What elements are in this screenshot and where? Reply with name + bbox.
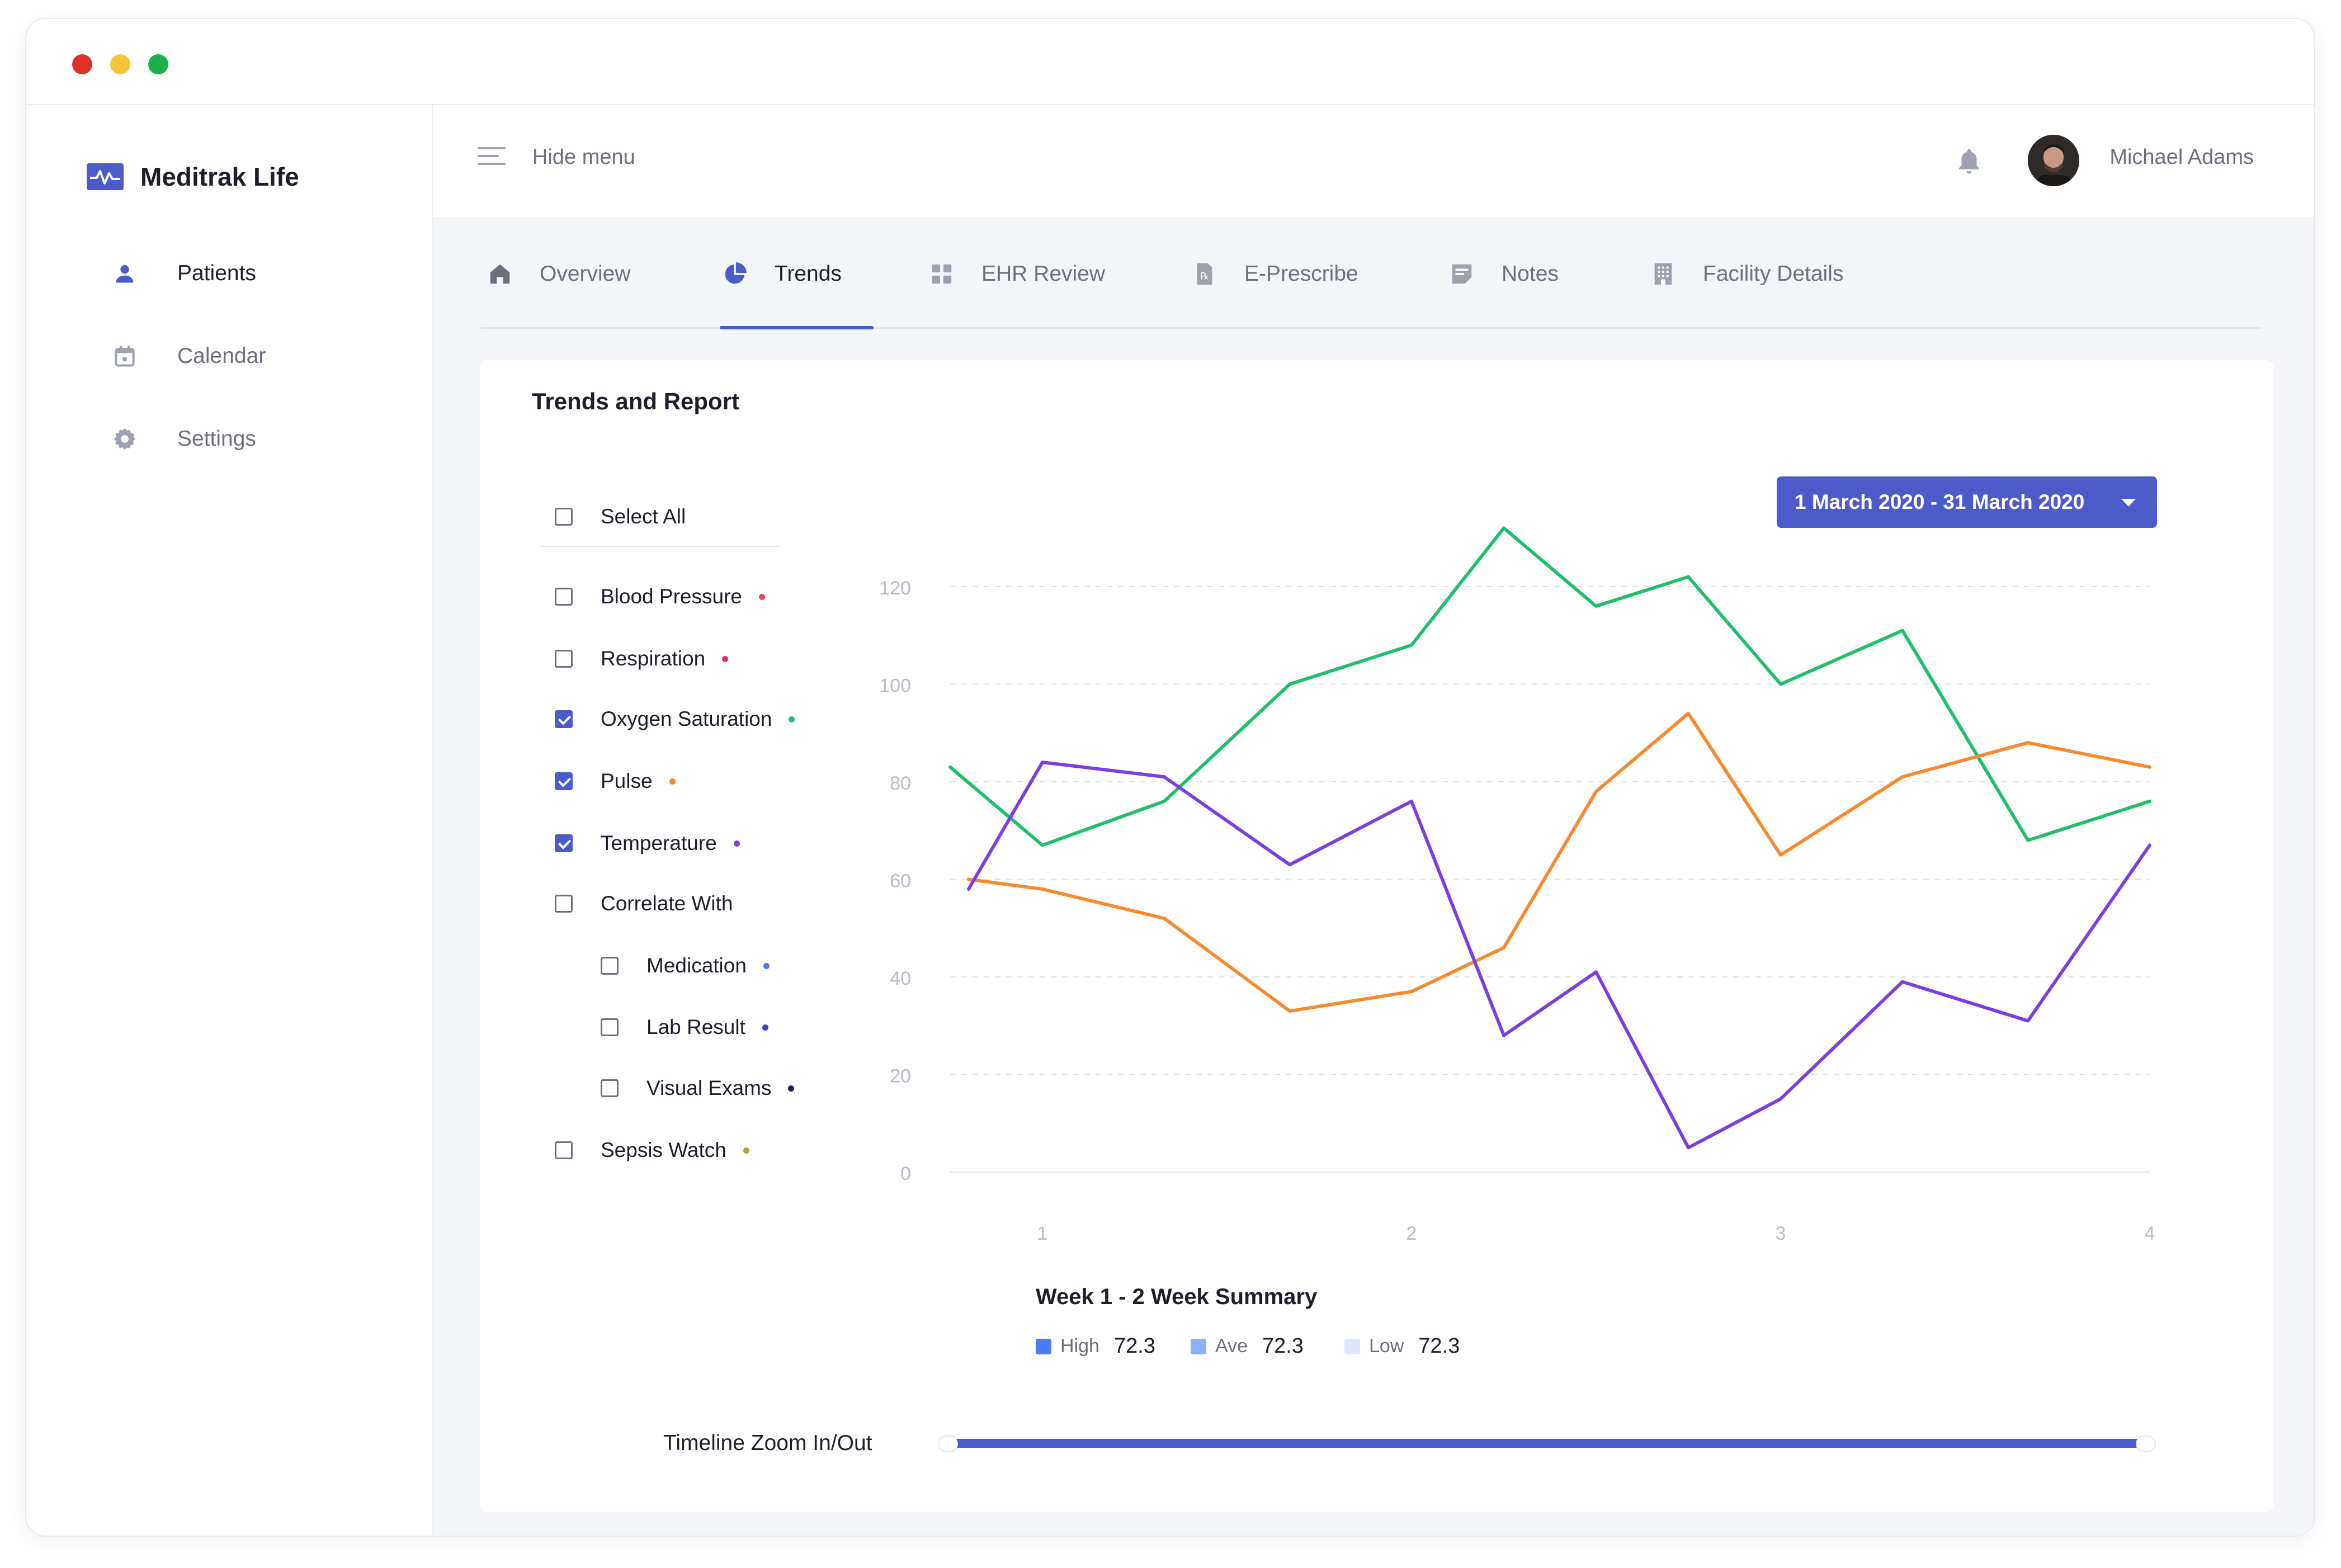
- active-tab-indicator: [720, 326, 874, 329]
- tab-label: Notes: [1502, 262, 1559, 286]
- pie-chart-icon: [721, 260, 749, 288]
- legend-swatch: [1191, 1338, 1206, 1354]
- tab-notes[interactable]: Notes: [1448, 257, 1559, 291]
- close-window-button[interactable]: [72, 54, 92, 74]
- y-tick-label: 0: [900, 1163, 911, 1184]
- y-tick-label: 60: [890, 871, 911, 892]
- tab-label: EHR Review: [981, 262, 1106, 286]
- hide-menu-button[interactable]: Hide menu: [532, 145, 635, 169]
- timeline-zoom-slider[interactable]: [950, 1439, 2144, 1448]
- timeline-zoom-label: Timeline Zoom In/Out: [663, 1431, 872, 1455]
- y-tick-label: 100: [879, 676, 911, 697]
- x-tick-label: 4: [2145, 1223, 2155, 1244]
- tab-label: Trends: [775, 262, 842, 286]
- tab-e-prescribe[interactable]: ℞ E-Prescribe: [1191, 257, 1358, 291]
- app-name: Meditrak Life: [140, 162, 299, 191]
- tab-bar: Overview Trends EHR Review ℞ E-Prescribe…: [480, 217, 2261, 329]
- sidebar-item-calendar[interactable]: Calendar: [111, 339, 266, 373]
- svg-text:℞: ℞: [1200, 271, 1209, 282]
- hamburger-icon[interactable]: [478, 147, 506, 169]
- summary-low: Low 72.3: [1344, 1334, 1460, 1358]
- window-titlebar: [26, 19, 2314, 105]
- minimize-window-button[interactable]: [110, 54, 130, 74]
- sidebar-item-label: Calendar: [177, 344, 266, 368]
- legend-value: 72.3: [1418, 1334, 1460, 1358]
- sidebar-item-label: Patients: [177, 261, 256, 285]
- summary-title: Week 1 - 2 Week Summary: [1036, 1284, 1318, 1309]
- tab-ehr-review[interactable]: EHR Review: [928, 257, 1105, 291]
- tab-trends[interactable]: Trends: [721, 257, 842, 291]
- sidebar: Meditrak Life Patients Calendar Settings: [26, 105, 433, 1536]
- avatar[interactable]: [2028, 135, 2079, 186]
- zoom-handle-end[interactable]: [2136, 1435, 2156, 1452]
- y-tick-label: 20: [890, 1066, 911, 1087]
- tab-facility-details[interactable]: Facility Details: [1649, 257, 1843, 291]
- user-name[interactable]: Michael Adams: [2109, 145, 2254, 169]
- maximize-window-button[interactable]: [148, 54, 168, 74]
- summary-ave: Ave 72.3: [1191, 1334, 1304, 1358]
- series-line-2: [967, 711, 2151, 1013]
- y-tick-label: 40: [890, 968, 911, 989]
- main-content: Overview Trends EHR Review ℞ E-Prescribe…: [433, 217, 2314, 1536]
- gear-icon: [111, 426, 138, 452]
- grid-icon: [928, 260, 956, 288]
- zoom-handle-start[interactable]: [938, 1435, 958, 1452]
- x-tick-label: 3: [1776, 1223, 1786, 1244]
- series-line-1: [948, 526, 2151, 847]
- tab-label: Overview: [540, 262, 631, 286]
- logo-icon: [87, 163, 124, 190]
- person-icon: [111, 260, 138, 287]
- trends-card: Trends and Report Select All Blood Press…: [480, 360, 2273, 1512]
- legend-label: Low: [1369, 1335, 1404, 1357]
- x-tick-label: 2: [1407, 1223, 1417, 1244]
- series-line-3: [967, 761, 2151, 1150]
- top-bar: Hide menu Michael Adams: [433, 105, 2314, 217]
- sidebar-item-label: Settings: [177, 427, 256, 451]
- tab-label: E-Prescribe: [1244, 262, 1358, 286]
- legend-value: 72.3: [1113, 1334, 1155, 1358]
- home-icon: [486, 260, 514, 288]
- x-tick-label: 1: [1037, 1223, 1048, 1244]
- app-logo[interactable]: Meditrak Life: [87, 162, 299, 192]
- legend-swatch: [1344, 1338, 1360, 1354]
- bell-icon[interactable]: [1954, 145, 1984, 176]
- legend-label: Ave: [1215, 1335, 1248, 1357]
- app-window: Meditrak Life Patients Calendar Settings…: [25, 18, 2315, 1537]
- legend-value: 72.3: [1262, 1334, 1304, 1358]
- summary-high: High 72.3: [1036, 1334, 1155, 1358]
- tab-label: Facility Details: [1703, 262, 1844, 286]
- prescription-icon: ℞: [1191, 260, 1219, 288]
- note-icon: [1448, 260, 1476, 288]
- legend-label: High: [1060, 1335, 1099, 1357]
- tab-overview[interactable]: Overview: [486, 257, 631, 291]
- y-tick-label: 120: [879, 578, 911, 599]
- sidebar-item-patients[interactable]: Patients: [111, 257, 256, 290]
- sidebar-item-settings[interactable]: Settings: [111, 422, 256, 456]
- building-icon: [1649, 260, 1677, 288]
- calendar-icon: [111, 343, 138, 370]
- legend-swatch: [1036, 1338, 1051, 1354]
- y-tick-label: 80: [890, 773, 911, 794]
